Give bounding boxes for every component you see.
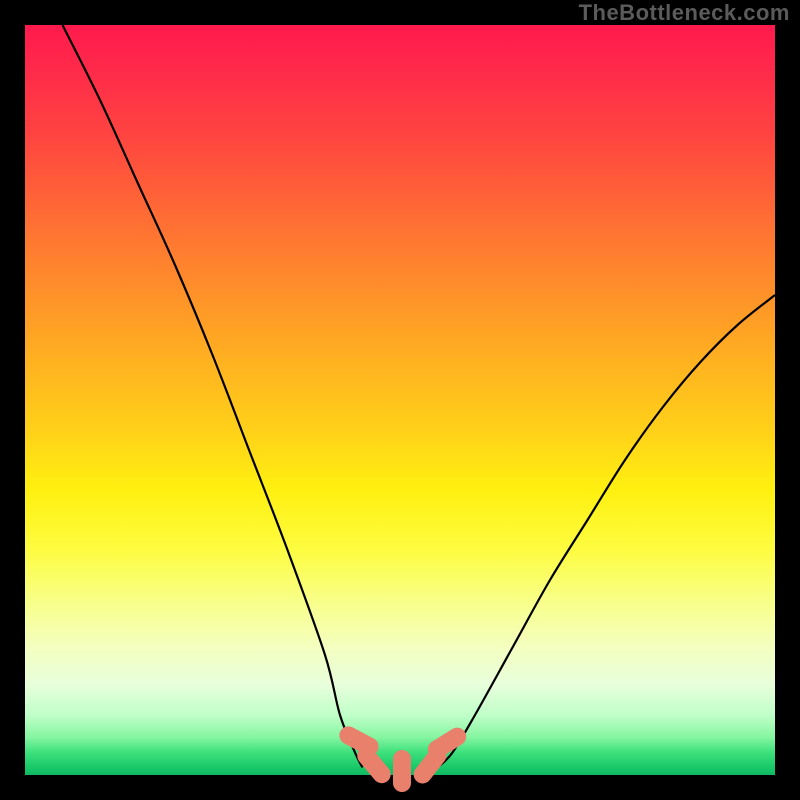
watermark-text: TheBottleneck.com [579, 0, 790, 26]
curves-layer [25, 25, 775, 775]
right-curve [438, 295, 776, 768]
trough-marker-bottom [393, 750, 411, 792]
left-curve [63, 25, 363, 768]
